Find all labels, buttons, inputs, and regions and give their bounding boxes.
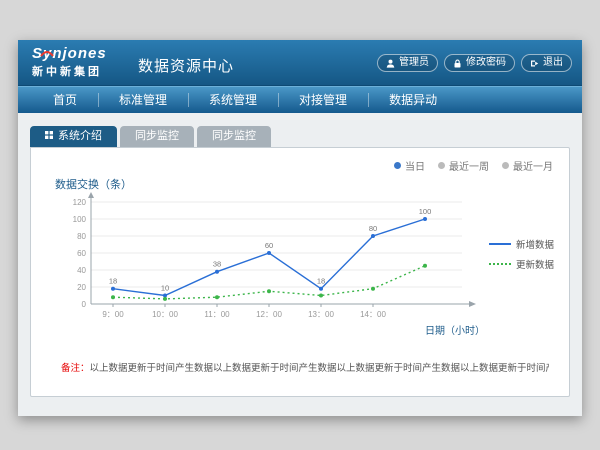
- content-area: 系统介绍 同步监控 同步监控 当日 最近一周: [18, 113, 582, 397]
- svg-text:0: 0: [82, 300, 87, 309]
- svg-text:120: 120: [73, 198, 87, 207]
- svg-text:11：00: 11：00: [204, 310, 230, 319]
- legend-line-sample: [489, 263, 511, 265]
- logout-label: 退出: [543, 57, 563, 69]
- footnote: 备注：以上数据更新于时间产生数据以上数据更新于时间产生数据以上数据更新于时间产生…: [61, 360, 549, 374]
- legend-item-new-data: 新增数据: [489, 234, 569, 254]
- svg-text:100: 100: [419, 207, 432, 216]
- svg-text:9：00: 9：00: [102, 310, 124, 319]
- tab-sync-monitor-2[interactable]: 同步监控: [197, 126, 271, 147]
- main-nav: 首页 标准管理 系统管理 对接管理 数据异动: [18, 86, 582, 113]
- company-logo[interactable]: Synjones 新中新集团: [32, 45, 107, 79]
- y-axis-title: 数据交换（条）: [55, 176, 132, 192]
- header-actions: 管理员 修改密码 退出: [377, 54, 572, 72]
- svg-text:12：00: 12：00: [256, 310, 282, 319]
- tab-sync-monitor-1[interactable]: 同步监控: [120, 126, 194, 147]
- logout-icon: [530, 59, 539, 68]
- nav-item-standard-mgmt[interactable]: 标准管理: [98, 87, 188, 113]
- filter-last-month[interactable]: 最近一月: [502, 158, 553, 173]
- admin-button-label: 管理员: [399, 57, 429, 69]
- filter-dot: [394, 162, 401, 169]
- svg-text:10：00: 10：00: [152, 310, 178, 319]
- svg-text:38: 38: [213, 260, 221, 269]
- user-icon: [386, 59, 395, 68]
- admin-button[interactable]: 管理员: [377, 54, 438, 72]
- svg-text:80: 80: [369, 224, 377, 233]
- change-password-button[interactable]: 修改密码: [444, 54, 515, 72]
- filter-label: 当日: [405, 158, 425, 173]
- legend-line-sample: [489, 243, 511, 245]
- footnote-label: 备注：: [61, 363, 90, 374]
- filter-label: 最近一周: [449, 158, 489, 173]
- line-chart-svg: 0 20 40 60 80 100 120 9：00 10：00 11：00 12：00 13：00 1…: [57, 192, 487, 348]
- line-chart: 0 20 40 60 80 100 120 9：00 10：00 11：00 12：00 13：00 1…: [57, 192, 487, 348]
- legend-item-updated-data: 更新数据: [489, 254, 569, 274]
- tab-label: 同步监控: [135, 126, 179, 147]
- logo-swoosh-icon: [40, 44, 54, 62]
- logo-subtext: 新中新集团: [32, 63, 107, 79]
- nav-item-data-changes[interactable]: 数据异动: [368, 87, 458, 113]
- svg-text:日期（小时）: 日期（小时）: [425, 325, 485, 337]
- app-window: Synjones 新中新集团 数据资源中心 管理员 修改密码 退出: [18, 40, 582, 416]
- filter-last-week[interactable]: 最近一周: [438, 158, 489, 173]
- time-range-filters: 当日 最近一周 最近一月: [394, 158, 553, 173]
- filter-today[interactable]: 当日: [394, 158, 425, 173]
- svg-text:60: 60: [77, 249, 86, 258]
- legend-label: 新增数据: [516, 237, 554, 251]
- legend-label: 更新数据: [516, 257, 554, 271]
- svg-text:40: 40: [77, 266, 86, 275]
- nav-item-system-mgmt[interactable]: 系统管理: [188, 87, 278, 113]
- tab-system-intro[interactable]: 系统介绍: [30, 126, 117, 147]
- filter-dot: [438, 162, 445, 169]
- svg-text:14：00: 14：00: [360, 310, 386, 319]
- tab-bar: 系统介绍 同步监控 同步监控: [30, 126, 582, 147]
- svg-text:18: 18: [109, 277, 117, 286]
- svg-text:60: 60: [265, 241, 273, 250]
- filter-label: 最近一月: [513, 158, 553, 173]
- app-header: Synjones 新中新集团 数据资源中心 管理员 修改密码 退出: [18, 40, 582, 86]
- nav-item-home[interactable]: 首页: [32, 87, 98, 113]
- chart-panel: 当日 最近一周 最近一月 数据交换（条） 0 20 40 60 80 100 120 9：00…: [30, 147, 570, 397]
- svg-text:18: 18: [317, 277, 325, 286]
- tab-label: 系统介绍: [58, 126, 102, 147]
- nav-item-integration-mgmt[interactable]: 对接管理: [278, 87, 368, 113]
- change-password-label: 修改密码: [466, 57, 506, 69]
- svg-text:10: 10: [161, 284, 169, 293]
- logout-button[interactable]: 退出: [521, 54, 572, 72]
- filter-dot: [502, 162, 509, 169]
- tab-label: 同步监控: [212, 126, 256, 147]
- page-title: 数据资源中心: [138, 55, 234, 76]
- lock-icon: [453, 59, 462, 68]
- svg-text:80: 80: [77, 232, 86, 241]
- svg-text:20: 20: [77, 283, 86, 292]
- grid-icon: [45, 126, 53, 147]
- svg-text:13：00: 13：00: [308, 310, 334, 319]
- series-legend: 新增数据 更新数据: [489, 234, 569, 274]
- svg-text:100: 100: [73, 215, 87, 224]
- footnote-text: 以上数据更新于时间产生数据以上数据更新于时间产生数据以上数据更新于时间产生数据以…: [90, 363, 549, 374]
